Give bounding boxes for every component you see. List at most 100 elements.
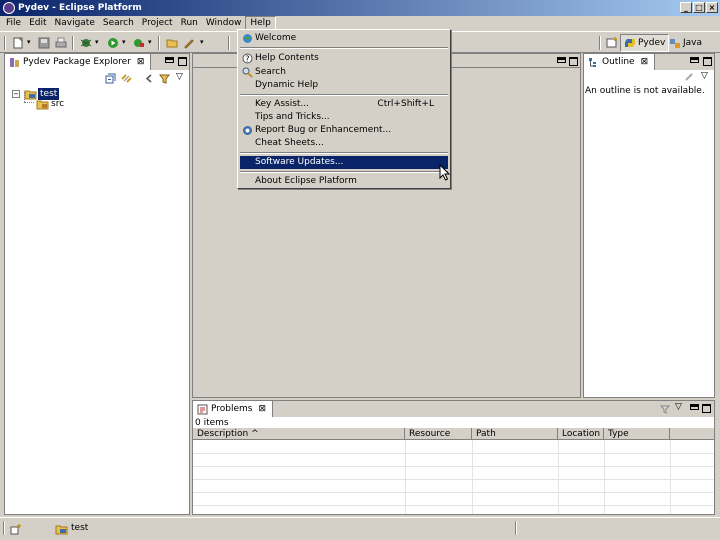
menu-item-key-assist[interactable]: Key Assist... Ctrl+Shift+L xyxy=(240,98,448,111)
column-location[interactable]: Location xyxy=(558,428,604,440)
close-problems-tab-icon[interactable]: ⊠ xyxy=(258,404,266,414)
tab-package-explorer[interactable]: Pydev Package Explorer ⊠ xyxy=(5,54,152,70)
tab-problems[interactable]: Problems ⊠ xyxy=(193,401,274,417)
menu-separator xyxy=(240,171,448,173)
welcome-icon xyxy=(243,34,252,43)
toolbar-separator xyxy=(158,36,160,50)
problems-maximize-icon[interactable] xyxy=(702,404,711,413)
mouse-cursor-icon xyxy=(439,164,450,181)
minimize-button[interactable]: _ xyxy=(680,2,692,13)
perspective-pydev[interactable]: Pydev xyxy=(620,34,670,52)
status-project-label: test xyxy=(71,523,89,533)
pen-icon[interactable] xyxy=(183,37,195,49)
sort-icon[interactable] xyxy=(684,72,694,82)
problems-filter-icon[interactable] xyxy=(660,404,670,414)
external-tools-dropdown-arrow-icon[interactable]: ▾ xyxy=(148,38,152,46)
table-row-line xyxy=(193,466,714,467)
close-tab-icon[interactable]: ⊠ xyxy=(137,57,145,67)
eclipse-app-icon xyxy=(3,2,15,14)
perspective-java[interactable]: Java xyxy=(666,34,705,52)
table-row-line xyxy=(193,453,714,454)
menu-item-cheat-sheets[interactable]: Cheat Sheets... xyxy=(240,137,448,150)
package-explorer-tab-header: Pydev Package Explorer ⊠ xyxy=(5,54,189,70)
open-perspective-icon[interactable] xyxy=(606,37,618,49)
problems-icon xyxy=(197,404,208,414)
title-bar[interactable]: Pydev - Eclipse Platform _ □ × xyxy=(0,0,720,16)
status-separator xyxy=(3,521,5,535)
tree-item-src[interactable]: src xyxy=(36,98,176,111)
menu-item-report-bug[interactable]: Report Bug or Enhancement... xyxy=(240,124,448,137)
menu-file[interactable]: File xyxy=(2,16,25,31)
run-icon[interactable] xyxy=(107,37,119,49)
source-folder-icon xyxy=(36,100,49,110)
menu-separator xyxy=(240,94,448,96)
menu-item-report-bug-label: Report Bug or Enhancement... xyxy=(255,125,392,135)
sort-ascending-icon: ^ xyxy=(251,429,259,439)
menu-item-welcome[interactable]: Welcome xyxy=(240,32,448,45)
column-path[interactable]: Path xyxy=(472,428,558,440)
package-explorer-toolbar: ▽ xyxy=(5,70,189,86)
menu-item-search[interactable]: Search xyxy=(240,66,448,79)
table-column-line xyxy=(558,440,559,514)
new-dropdown-arrow-icon[interactable]: ▾ xyxy=(27,38,31,46)
fast-view-icon[interactable] xyxy=(10,523,22,535)
menu-item-help-contents-label: Help Contents xyxy=(255,53,319,63)
debug-dropdown-arrow-icon[interactable]: ▾ xyxy=(95,38,99,46)
menu-item-help-contents[interactable]: ? Help Contents xyxy=(240,52,448,65)
column-resource[interactable]: Resource xyxy=(405,428,472,440)
column-type[interactable]: Type xyxy=(604,428,670,440)
toolbar-separator xyxy=(599,36,601,50)
editor-minimize-icon[interactable] xyxy=(557,57,566,63)
close-outline-tab-icon[interactable]: ⊠ xyxy=(641,57,649,67)
outline-view-menu-icon[interactable]: ▽ xyxy=(701,71,708,81)
problems-minimize-icon[interactable] xyxy=(690,404,699,410)
pen-dropdown-arrow-icon[interactable]: ▾ xyxy=(200,38,204,46)
filter-icon[interactable] xyxy=(159,73,170,84)
bug-icon xyxy=(243,126,252,135)
status-bar: test xyxy=(0,517,720,540)
menu-item-about[interactable]: About Eclipse Platform xyxy=(240,175,448,188)
menu-search[interactable]: Search xyxy=(99,16,138,31)
table-row-line xyxy=(193,505,714,506)
column-description[interactable]: Description ^ xyxy=(193,428,405,440)
menu-run[interactable]: Run xyxy=(177,16,202,31)
menu-navigate[interactable]: Navigate xyxy=(51,16,99,31)
link-with-editor-icon[interactable] xyxy=(121,73,132,84)
outline-minimize-icon[interactable] xyxy=(690,57,699,63)
tree-connector-line xyxy=(24,92,25,102)
save-icon[interactable] xyxy=(38,37,50,49)
open-folder-icon[interactable] xyxy=(166,37,178,49)
minimize-view-icon[interactable] xyxy=(165,57,174,63)
toolbar-separator xyxy=(72,36,74,50)
maximize-view-icon[interactable] xyxy=(178,57,187,66)
perspective-pydev-label: Pydev xyxy=(638,38,666,48)
outline-icon xyxy=(589,57,596,67)
problems-view-menu-icon[interactable]: ▽ xyxy=(675,402,682,412)
collapse-all-icon[interactable] xyxy=(105,73,116,84)
menu-item-tips-and-tricks[interactable]: Tips and Tricks... xyxy=(240,111,448,124)
maximize-button[interactable]: □ xyxy=(693,2,705,13)
perspective-java-label: Java xyxy=(683,38,703,48)
menu-separator xyxy=(240,47,448,49)
pydev-perspective-icon xyxy=(625,39,635,47)
tree-collapse-icon[interactable]: − xyxy=(12,90,20,98)
menu-project[interactable]: Project xyxy=(138,16,177,31)
new-file-icon[interactable] xyxy=(12,37,24,49)
back-navigation-icon[interactable] xyxy=(143,73,154,84)
close-button[interactable]: × xyxy=(706,2,718,13)
column-description-label: Description xyxy=(197,429,249,439)
menu-separator xyxy=(240,152,448,154)
run-dropdown-arrow-icon[interactable]: ▾ xyxy=(122,38,126,46)
menu-item-dynamic-help[interactable]: Dynamic Help xyxy=(240,79,448,92)
tab-outline[interactable]: Outline ⊠ xyxy=(584,54,656,70)
view-menu-icon[interactable]: ▽ xyxy=(176,72,183,82)
tree-connector-line xyxy=(24,102,34,103)
editor-maximize-icon[interactable] xyxy=(569,57,578,66)
external-tools-icon[interactable] xyxy=(133,37,145,49)
menu-item-software-updates[interactable]: Software Updates... xyxy=(240,156,448,169)
outline-maximize-icon[interactable] xyxy=(703,57,712,66)
debug-icon[interactable] xyxy=(80,37,92,49)
menu-edit[interactable]: Edit xyxy=(25,16,50,31)
tree-item-src-label: src xyxy=(51,99,65,109)
print-icon[interactable] xyxy=(55,37,67,49)
